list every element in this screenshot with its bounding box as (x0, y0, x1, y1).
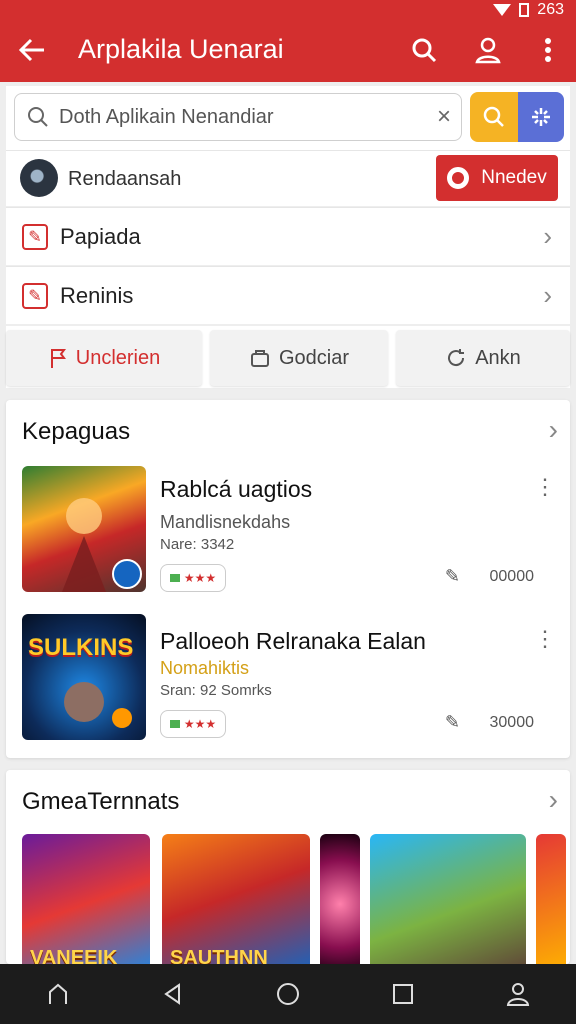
sparkle-icon (532, 108, 550, 126)
tab-label: Godciar (278, 346, 350, 369)
record-icon (447, 167, 470, 189)
section-title: Kepaguas (22, 418, 131, 445)
game-tile[interactable]: VANEEIK (22, 834, 150, 974)
menu-item-label: Reninis (60, 282, 134, 308)
chevron-right-icon: › (543, 280, 552, 310)
chip-icon (169, 574, 180, 582)
search-button[interactable] (470, 92, 518, 142)
download-icon[interactable]: ✎ (445, 566, 460, 587)
edit-icon: ✎ (22, 282, 48, 309)
section-kepaguas: Kepaguas › Rablcá uagtios Mandlisnekdahs… (6, 400, 570, 758)
menu-item-reninis[interactable]: ✎ Reninis › (6, 266, 570, 324)
status-time: 263 (537, 1, 564, 18)
tab-label: Ankn (475, 346, 521, 369)
search-icon (28, 107, 48, 127)
section-gmeaternnats: GmeaTernnats › VANEEIK SAUTHNN (6, 770, 570, 974)
bag-icon (250, 350, 269, 367)
close-icon[interactable]: × (427, 103, 461, 131)
game-thumbnail[interactable]: SULKINS (22, 614, 146, 740)
avatar[interactable] (20, 159, 58, 197)
list-item[interactable]: SULKINS Palloeoh Relranaka Ealan Nomahik… (6, 614, 570, 744)
game-meta: Sran: 92 Somrks (160, 682, 272, 699)
game-meta: Nare: 3342 (160, 536, 235, 553)
game-carousel[interactable]: VANEEIK SAUTHNN (6, 834, 570, 974)
game-subtitle: Mandlisnekdahs (160, 512, 291, 532)
profile-icon[interactable] (498, 974, 538, 1014)
tab-godciar[interactable]: Godciar (210, 330, 388, 386)
user-row: Rendaansah Nnedev (6, 150, 570, 206)
game-tile[interactable]: SAUTHNN (162, 834, 310, 974)
page-title: Arplakila Uenarai (78, 34, 284, 64)
menu-item-papiada[interactable]: ✎ Papiada › (6, 207, 570, 265)
tab-label: Unclerien (75, 346, 161, 369)
search-icon[interactable] (406, 32, 442, 68)
game-subtitle: Nomahiktis (160, 658, 250, 678)
back-arrow-icon[interactable] (14, 32, 50, 68)
chip-label: ★★★ (183, 717, 217, 731)
battery-icon (519, 3, 530, 17)
game-tile[interactable] (370, 834, 526, 974)
game-title: Rablcá uagtios (160, 476, 313, 502)
download-icon[interactable]: ✎ (445, 712, 460, 733)
user-name: Rendaansah (68, 168, 182, 190)
more-vert-icon[interactable] (530, 32, 566, 68)
edit-icon: ✎ (22, 223, 48, 250)
list-item[interactable]: Rablcá uagtios Mandlisnekdahs Nare: 3342… (6, 466, 570, 596)
tab-bar: Unclerien Godciar Ankn (6, 326, 570, 388)
more-vert-icon[interactable]: ⋮ (534, 474, 556, 500)
thumbnail-logo-text: SULKINS (28, 634, 134, 661)
search-input[interactable]: Doth Aplikain Nenandiar × (14, 93, 462, 141)
game-thumbnail[interactable] (22, 466, 146, 592)
chevron-right-icon: › (543, 221, 552, 251)
home-icon[interactable] (38, 974, 78, 1014)
more-vert-icon[interactable]: ⋮ (534, 626, 556, 652)
refresh-icon (448, 349, 465, 367)
chevron-right-icon[interactable]: › (549, 784, 558, 816)
app-bar: 263 Arplakila Uenarai (0, 0, 576, 82)
system-nav-bar (0, 964, 576, 1024)
chip-icon (169, 720, 180, 728)
status-bar: 263 (493, 0, 564, 20)
user-icon[interactable] (470, 32, 506, 68)
flag-icon (50, 349, 66, 368)
game-tile[interactable] (536, 834, 566, 974)
user-button-label: Nnedev (481, 167, 547, 188)
download-count: 00000 (489, 568, 535, 585)
filter-button[interactable] (518, 92, 564, 142)
rating-chip: ★★★ (160, 564, 226, 592)
download-count: 30000 (489, 714, 535, 731)
search-icon (483, 106, 504, 127)
circle-home-icon[interactable] (268, 974, 308, 1014)
chevron-right-icon[interactable]: › (549, 414, 558, 446)
game-title: Palloeoh Relranaka Ealan (160, 628, 426, 654)
user-action-button[interactable]: Nnedev (436, 155, 558, 201)
rating-chip: ★★★ (160, 710, 226, 738)
section-title: GmeaTernnats (22, 788, 180, 815)
tab-ankn[interactable]: Ankn (396, 330, 570, 386)
chip-label: ★★★ (183, 571, 217, 585)
back-icon[interactable] (153, 974, 193, 1014)
recents-icon[interactable] (383, 974, 423, 1014)
search-placeholder: Doth Aplikain Nenandiar (59, 105, 274, 128)
tab-unclerien[interactable]: Unclerien (6, 330, 202, 386)
game-tile[interactable] (320, 834, 360, 974)
search-area: Doth Aplikain Nenandiar × (6, 86, 570, 150)
menu-item-label: Papiada (60, 223, 141, 249)
wifi-icon (493, 4, 512, 16)
